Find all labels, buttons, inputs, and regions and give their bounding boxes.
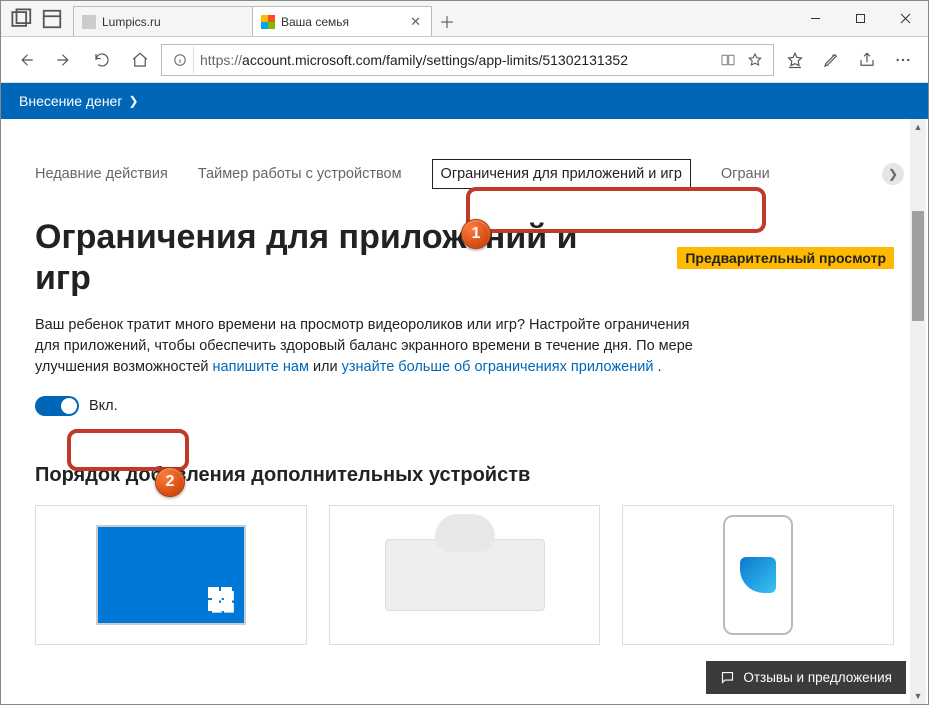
browser-tabs: Lumpics.ru Ваша семья ✕ ＋ bbox=[73, 1, 793, 36]
menu-icon[interactable] bbox=[886, 43, 920, 77]
nav-app-limits[interactable]: Ограничения для приложений и игр bbox=[432, 159, 691, 189]
edge-logo-icon bbox=[740, 557, 776, 593]
page-description: Ваш ребенок тратит много времени на прос… bbox=[35, 315, 715, 378]
notes-icon[interactable] bbox=[814, 43, 848, 77]
vertical-scrollbar[interactable]: ▲ ▼ bbox=[910, 119, 926, 704]
favicon-microsoft-icon bbox=[261, 15, 275, 29]
address-bar: https://account.microsoft.com/family/set… bbox=[1, 37, 928, 83]
promo-banner[interactable]: Внесение денег ❯ bbox=[1, 83, 928, 119]
page-title: Ограничения для приложений и игр bbox=[35, 217, 595, 299]
device-card-mobile[interactable] bbox=[622, 505, 894, 645]
annotation-badge-1: 1 bbox=[461, 219, 491, 249]
device-cards bbox=[35, 505, 894, 645]
windows-device-illustration bbox=[96, 525, 246, 625]
xbox-illustration bbox=[385, 539, 545, 611]
tab-lumpics[interactable]: Lumpics.ru bbox=[73, 6, 253, 36]
refresh-button[interactable] bbox=[85, 43, 119, 77]
titlebar-sysicons bbox=[1, 1, 73, 36]
phone-illustration bbox=[723, 515, 793, 635]
windows-logo-icon bbox=[208, 587, 232, 611]
banner-text: Внесение денег bbox=[19, 93, 122, 109]
tab-family[interactable]: Ваша семья ✕ bbox=[252, 6, 432, 36]
toolbar-right bbox=[778, 43, 920, 77]
home-button[interactable] bbox=[123, 43, 157, 77]
window-titlebar: Lumpics.ru Ваша семья ✕ ＋ bbox=[1, 1, 928, 37]
feedback-button[interactable]: Отзывы и предложения bbox=[706, 661, 906, 694]
reading-view-icon[interactable] bbox=[715, 52, 741, 68]
app-limits-toggle-row: Вкл. bbox=[35, 396, 894, 416]
link-learn-more[interactable]: узнайте больше об ограничениях приложени… bbox=[342, 359, 654, 375]
close-tab-icon[interactable]: ✕ bbox=[408, 14, 423, 30]
tabs-aside-icon[interactable] bbox=[11, 8, 33, 30]
device-card-xbox[interactable] bbox=[329, 505, 601, 645]
nav-scroll-right-icon[interactable]: ❯ bbox=[882, 163, 904, 185]
maximize-button[interactable] bbox=[838, 1, 883, 36]
nav-content-restrictions[interactable]: Ограни bbox=[721, 166, 770, 182]
scroll-down-icon[interactable]: ▼ bbox=[910, 688, 926, 704]
url-text[interactable]: https://account.microsoft.com/family/set… bbox=[200, 52, 715, 68]
close-window-button[interactable] bbox=[883, 1, 928, 36]
toggle-label: Вкл. bbox=[89, 398, 118, 414]
link-write-us[interactable]: напишите нам bbox=[213, 359, 309, 375]
device-card-windows[interactable] bbox=[35, 505, 307, 645]
scrollbar-thumb[interactable] bbox=[912, 211, 924, 321]
chevron-right-icon: ❯ bbox=[128, 94, 138, 108]
preview-badge: Предварительный просмотр bbox=[677, 247, 894, 269]
window-controls bbox=[793, 1, 928, 36]
page-content: Недавние действия Таймер работы с устрой… bbox=[1, 119, 928, 645]
favorite-icon[interactable] bbox=[741, 52, 769, 68]
site-info-icon[interactable] bbox=[166, 46, 194, 74]
forward-button[interactable] bbox=[47, 43, 81, 77]
family-nav: Недавние действия Таймер работы с устрой… bbox=[35, 159, 894, 189]
tabs-list-icon[interactable] bbox=[41, 8, 63, 30]
new-tab-button[interactable]: ＋ bbox=[431, 6, 463, 36]
back-button[interactable] bbox=[9, 43, 43, 77]
nav-screen-time[interactable]: Таймер работы с устройством bbox=[198, 166, 402, 182]
page-content-wrap: Недавние действия Таймер работы с устрой… bbox=[1, 119, 928, 704]
chat-icon bbox=[720, 670, 735, 685]
tab-label: Lumpics.ru bbox=[102, 15, 161, 29]
nav-recent-activity[interactable]: Недавние действия bbox=[35, 166, 168, 182]
tab-label: Ваша семья bbox=[281, 15, 349, 29]
favorites-hub-icon[interactable] bbox=[778, 43, 812, 77]
share-icon[interactable] bbox=[850, 43, 884, 77]
toggle-knob bbox=[61, 398, 77, 414]
app-limits-toggle[interactable] bbox=[35, 396, 79, 416]
favicon-generic-icon bbox=[82, 15, 96, 29]
feedback-label: Отзывы и предложения bbox=[743, 670, 892, 685]
annotation-badge-2: 2 bbox=[155, 467, 185, 497]
scroll-up-icon[interactable]: ▲ bbox=[910, 119, 926, 135]
minimize-button[interactable] bbox=[793, 1, 838, 36]
url-box[interactable]: https://account.microsoft.com/family/set… bbox=[161, 44, 774, 76]
